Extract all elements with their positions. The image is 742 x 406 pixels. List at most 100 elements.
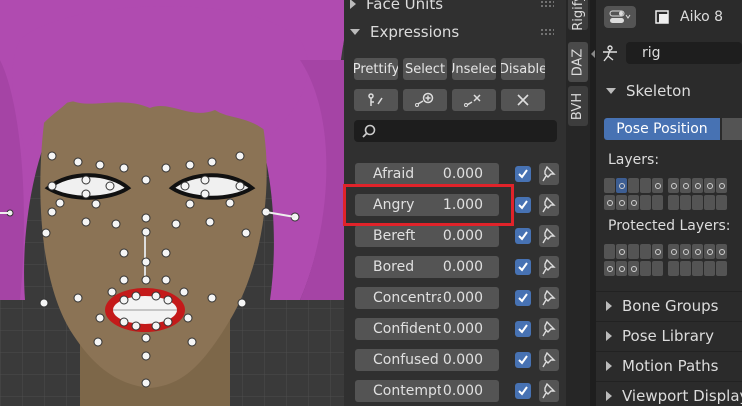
skeleton-label: Skeleton (626, 82, 691, 100)
layer-toggle[interactable] (704, 244, 715, 259)
layer-toggle[interactable] (604, 244, 615, 259)
pin-button[interactable] (539, 225, 559, 247)
layer-toggle[interactable] (628, 261, 639, 276)
pin-button[interactable] (539, 256, 559, 278)
pin-button[interactable] (539, 380, 559, 402)
layer-toggle[interactable] (640, 178, 651, 193)
layer-toggle[interactable] (680, 178, 691, 193)
layer-toggle[interactable] (640, 261, 651, 276)
expand-arrow-icon[interactable] (591, 50, 595, 58)
layer-toggle[interactable] (604, 261, 615, 276)
layer-toggle[interactable] (652, 195, 663, 210)
3d-viewport[interactable] (0, 0, 344, 406)
layer-toggle[interactable] (616, 244, 627, 259)
layer-toggle[interactable] (668, 261, 679, 276)
layer-toggle[interactable] (716, 244, 727, 259)
angry-highlight-box (343, 184, 514, 226)
layer-toggle[interactable] (716, 261, 727, 276)
add-bone-icon (415, 92, 434, 107)
layer-toggle[interactable] (716, 195, 727, 210)
search-field[interactable] (354, 120, 557, 142)
expression-checkbox[interactable] (515, 290, 531, 306)
bone-groups-panel[interactable]: Bone Groups (596, 291, 742, 319)
layer-toggle[interactable] (692, 178, 703, 193)
expression-slider[interactable]: Bereft 0.000 (355, 225, 499, 247)
expressions-header[interactable]: Expressions (350, 18, 558, 46)
pin-icon (542, 321, 556, 337)
expression-value: 0.000 (442, 383, 483, 399)
layer-toggle[interactable] (680, 261, 691, 276)
layer-toggle[interactable] (680, 195, 691, 210)
checkmark-icon (518, 231, 528, 241)
layer-dot-icon (618, 182, 625, 189)
editor-type-button[interactable] (604, 6, 636, 28)
expression-checkbox[interactable] (515, 197, 531, 213)
layer-toggle[interactable] (680, 244, 691, 259)
skeleton-header[interactable]: Skeleton (596, 78, 742, 104)
expression-slider[interactable]: Bored 0.000 (355, 256, 499, 278)
layer-toggle[interactable] (616, 261, 627, 276)
unselect-button[interactable]: Unselect (452, 58, 496, 80)
pin-button[interactable] (539, 349, 559, 371)
pin-button[interactable] (539, 163, 559, 185)
viewport-display-panel[interactable]: Viewport Display (596, 381, 742, 406)
layer-toggle[interactable] (604, 178, 615, 193)
layer-toggle[interactable] (668, 195, 679, 210)
pin-button[interactable] (539, 194, 559, 216)
layer-toggle[interactable] (692, 261, 703, 276)
prettify-button[interactable]: Prettify (354, 58, 398, 80)
layer-toggle[interactable] (704, 261, 715, 276)
expression-checkbox[interactable] (515, 259, 531, 275)
layer-toggle[interactable] (652, 261, 663, 276)
close-button[interactable] (501, 89, 545, 111)
bone-key-button[interactable] (354, 89, 398, 111)
expression-checkbox[interactable] (515, 383, 531, 399)
remove-bone-button[interactable] (452, 89, 496, 111)
layer-toggle[interactable] (628, 244, 639, 259)
layer-toggle[interactable] (616, 178, 627, 193)
pose-position-button[interactable]: Pose Position (604, 118, 720, 140)
pin-button[interactable] (539, 287, 559, 309)
layer-toggle[interactable] (692, 195, 703, 210)
drag-grip-icon[interactable] (540, 0, 554, 8)
expression-slider[interactable]: Afraid 0.000 (355, 163, 499, 185)
layer-toggle[interactable] (616, 195, 627, 210)
disable-button[interactable]: Disable (501, 58, 545, 80)
expression-checkbox[interactable] (515, 228, 531, 244)
expression-slider[interactable]: Contempt 0.000 (355, 380, 499, 402)
add-bone-button[interactable] (403, 89, 447, 111)
face-units-header[interactable]: Face Units (350, 0, 558, 18)
drag-grip-icon[interactable] (540, 28, 554, 36)
expression-slider[interactable]: Concentrating0.000 (355, 287, 499, 309)
layer-toggle[interactable] (652, 178, 663, 193)
tab-daz[interactable]: DAZ (568, 42, 588, 82)
layer-toggle[interactable] (704, 195, 715, 210)
pin-button[interactable] (539, 318, 559, 340)
layer-toggle[interactable] (640, 195, 651, 210)
expression-slider[interactable]: Confident 0.000 (355, 318, 499, 340)
layer-toggle[interactable] (692, 244, 703, 259)
pose-library-panel[interactable]: Pose Library (596, 321, 742, 349)
layer-dot-icon (718, 182, 725, 189)
tab-rigify[interactable]: Rigify (568, 0, 588, 30)
layer-toggle[interactable] (640, 244, 651, 259)
layer-toggle[interactable] (604, 195, 615, 210)
expression-slider[interactable]: Confused 0.000 (355, 349, 499, 371)
rest-position-button[interactable] (722, 118, 742, 140)
tab-daz-label: DAZ (570, 48, 586, 76)
expression-checkbox[interactable] (515, 166, 531, 182)
expression-checkbox[interactable] (515, 321, 531, 337)
layer-toggle[interactable] (668, 244, 679, 259)
layer-toggle[interactable] (716, 178, 727, 193)
layer-toggle[interactable] (628, 178, 639, 193)
layer-toggle[interactable] (628, 195, 639, 210)
layer-toggle[interactable] (668, 178, 679, 193)
select-button[interactable]: Select (403, 58, 447, 80)
motion-paths-panel[interactable]: Motion Paths (596, 351, 742, 379)
tab-bvh[interactable]: BVH (568, 86, 588, 126)
layer-toggle[interactable] (704, 178, 715, 193)
layer-toggle[interactable] (652, 244, 663, 259)
expression-checkbox[interactable] (515, 352, 531, 368)
data-name-field[interactable]: rig (626, 42, 742, 64)
close-icon (517, 94, 529, 106)
